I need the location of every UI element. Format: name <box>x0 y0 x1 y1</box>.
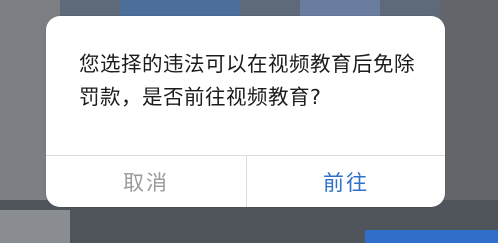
cancel-button[interactable]: 取消 <box>46 156 246 207</box>
go-button[interactable]: 前往 <box>247 156 445 207</box>
dialog-message: 您选择的违法可以在视频教育后免除罚款，是否前往视频教育? <box>79 52 415 109</box>
alert-dialog: 您选择的违法可以在视频教育后免除罚款，是否前往视频教育? 取消 前往 <box>46 16 445 207</box>
